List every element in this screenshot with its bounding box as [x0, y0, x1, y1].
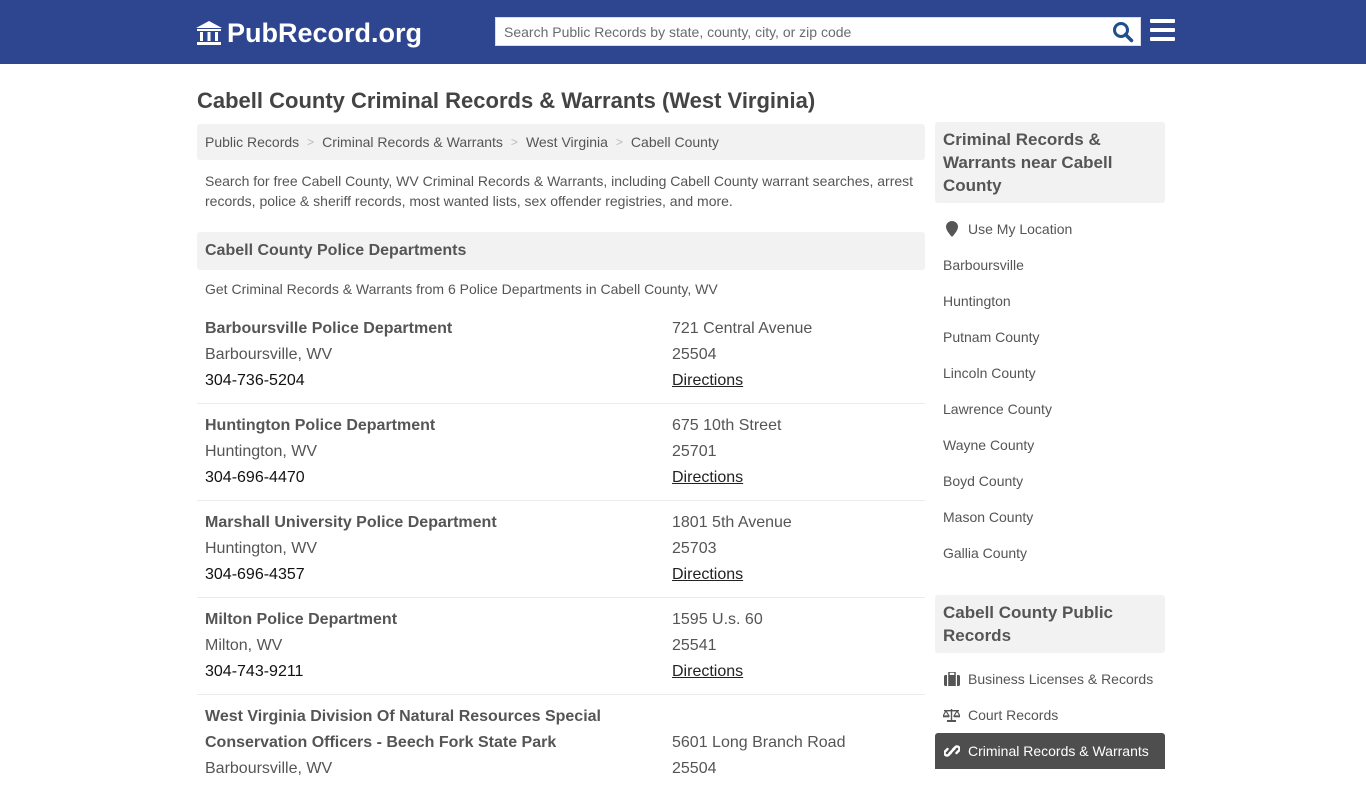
- department-name[interactable]: Barboursville Police Department: [205, 316, 672, 342]
- department-name-line2[interactable]: Conservation Officers - Beech Fork State…: [205, 730, 672, 756]
- department-zip: 25703: [672, 540, 717, 557]
- department-city: Huntington, WV: [205, 540, 318, 557]
- list-item: Marshall University Police Department Hu…: [197, 501, 925, 598]
- section-heading-police: Cabell County Police Departments: [197, 232, 925, 270]
- hamburger-menu-icon[interactable]: [1150, 19, 1175, 42]
- department-address: 721 Central Avenue: [672, 320, 813, 337]
- list-item: Milton Police Department Milton, WV 304-…: [197, 598, 925, 695]
- sidebar-item-criminal-records[interactable]: Criminal Records & Warrants: [935, 733, 1165, 769]
- top-navbar: PubRecord.org: [0, 0, 1366, 64]
- directions-link[interactable]: Directions: [672, 663, 743, 680]
- department-phone[interactable]: 304-743-9211: [205, 659, 672, 685]
- sidebar-item-label: Criminal Records & Warrants: [968, 743, 1149, 759]
- sidebar-item-court-records[interactable]: Court Records: [935, 697, 1165, 733]
- sidebar-item-nearby[interactable]: Mason County: [935, 499, 1165, 535]
- department-zip: 25504: [672, 760, 717, 777]
- department-phone[interactable]: 304-696-4357: [205, 562, 672, 588]
- sidebar-item-label: Court Records: [968, 707, 1059, 723]
- intro-text: Search for free Cabell County, WV Crimin…: [205, 173, 914, 209]
- sidebar-nearby: Criminal Records & Warrants near Cabell …: [935, 122, 1165, 571]
- breadcrumb-criminal-records[interactable]: Criminal Records & Warrants: [322, 134, 503, 150]
- sidebar-item-nearby[interactable]: Putnam County: [935, 319, 1165, 355]
- department-name[interactable]: Milton Police Department: [205, 607, 672, 633]
- department-name-line1[interactable]: West Virginia Division Of Natural Resour…: [205, 704, 672, 730]
- department-name[interactable]: Huntington Police Department: [205, 413, 672, 439]
- breadcrumb-west-virginia[interactable]: West Virginia: [526, 134, 608, 150]
- map-marker-icon: [943, 221, 960, 237]
- department-city: Milton, WV: [205, 637, 283, 654]
- section-subheading: Get Criminal Records & Warrants from 6 P…: [205, 281, 718, 297]
- breadcrumb-cabell-county[interactable]: Cabell County: [631, 134, 719, 150]
- brand-name: PubRecord.org: [227, 17, 423, 48]
- sidebar-public-records: Cabell County Public Records Business Li…: [935, 595, 1165, 769]
- use-my-location-button[interactable]: Use My Location: [935, 211, 1165, 247]
- breadcrumb: Public Records > Criminal Records & Warr…: [197, 124, 925, 160]
- page-title: Cabell County Criminal Records & Warrant…: [197, 88, 816, 113]
- list-item: Barboursville Police Department Barbours…: [197, 316, 925, 404]
- department-zip: 25701: [672, 443, 717, 460]
- department-address: 1595 U.s. 60: [672, 611, 763, 628]
- search-box: [495, 17, 1141, 46]
- use-my-location-label: Use My Location: [968, 221, 1073, 237]
- department-address: 675 10th Street: [672, 417, 782, 434]
- breadcrumb-separator: >: [510, 135, 518, 149]
- sidebar-heading-nearby: Criminal Records & Warrants near Cabell …: [935, 122, 1165, 203]
- search-icon[interactable]: [1112, 21, 1134, 43]
- link-icon: [943, 743, 960, 759]
- department-city: Huntington, WV: [205, 443, 318, 460]
- sidebar-item-nearby[interactable]: Boyd County: [935, 463, 1165, 499]
- list-item: Huntington Police Department Huntington,…: [197, 404, 925, 501]
- department-zip: 25541: [672, 637, 717, 654]
- sidebar-heading-public-records: Cabell County Public Records: [935, 595, 1165, 653]
- sidebar-item-nearby[interactable]: Barboursville: [935, 247, 1165, 283]
- police-department-list: Barboursville Police Department Barbours…: [197, 316, 925, 791]
- list-item: West Virginia Division Of Natural Resour…: [197, 695, 925, 791]
- breadcrumb-separator: >: [615, 135, 623, 149]
- courthouse-icon: [196, 21, 222, 45]
- department-address: 1801 5th Avenue: [672, 514, 792, 531]
- briefcase-icon: [943, 671, 960, 687]
- sidebar-item-business-licenses[interactable]: Business Licenses & Records: [935, 661, 1165, 697]
- breadcrumb-public-records[interactable]: Public Records: [205, 134, 299, 150]
- department-name[interactable]: Marshall University Police Department: [205, 510, 672, 536]
- department-city: Barboursville, WV: [205, 760, 333, 777]
- search-input[interactable]: [496, 18, 1096, 45]
- directions-link[interactable]: Directions: [672, 469, 743, 486]
- department-phone[interactable]: 304-696-4470: [205, 465, 672, 491]
- sidebar-item-nearby[interactable]: Lincoln County: [935, 355, 1165, 391]
- sidebar-item-nearby[interactable]: Lawrence County: [935, 391, 1165, 427]
- sidebar-item-nearby[interactable]: Wayne County: [935, 427, 1165, 463]
- sidebar-item-label: Business Licenses & Records: [968, 671, 1154, 687]
- department-zip: 25504: [672, 346, 717, 363]
- sidebar-item-nearby[interactable]: Gallia County: [935, 535, 1165, 571]
- scale-icon: [943, 707, 960, 723]
- sidebar-item-nearby[interactable]: Huntington: [935, 283, 1165, 319]
- department-city: Barboursville, WV: [205, 346, 333, 363]
- directions-link[interactable]: Directions: [672, 566, 743, 583]
- department-phone[interactable]: 304-736-5204: [205, 368, 672, 394]
- breadcrumb-separator: >: [307, 135, 315, 149]
- directions-link[interactable]: Directions: [672, 372, 743, 389]
- department-address: 5601 Long Branch Road: [672, 734, 846, 751]
- site-logo[interactable]: PubRecord.org: [195, 16, 422, 50]
